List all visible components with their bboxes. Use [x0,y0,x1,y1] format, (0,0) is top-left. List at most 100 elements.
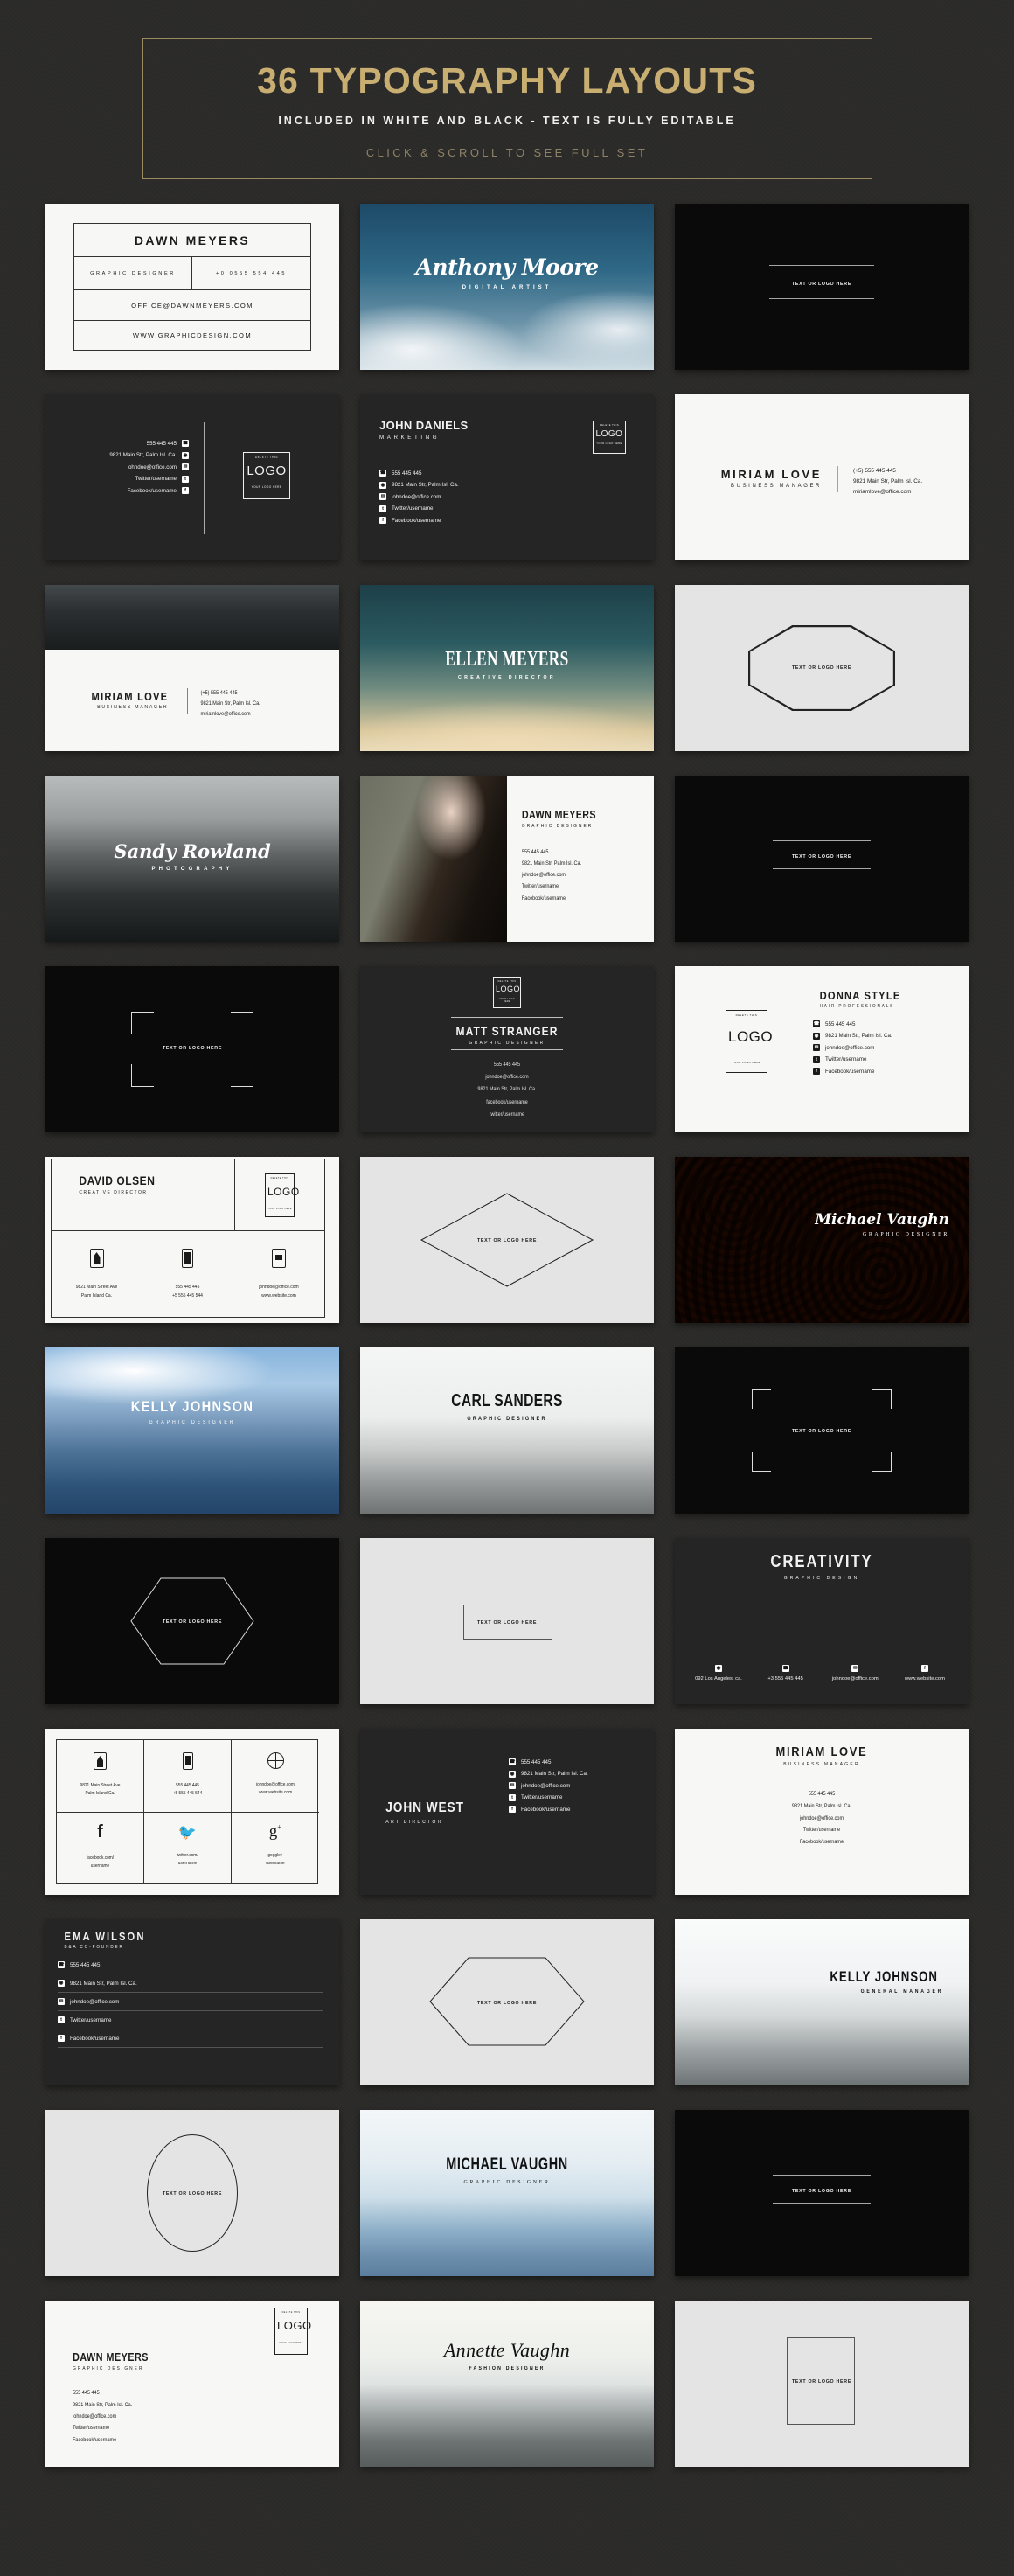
header-cta[interactable]: CLICK & SCROLL TO SEE FULL SET [152,146,863,159]
logo-delete-label: DELETE THIS [270,1176,289,1180]
card-33-black-rules-placeholder[interactable]: TEXT OR LOGO HERE [675,2110,969,2277]
card-18-role: GRAPHIC DESIGNER [862,1232,949,1238]
card-16-address-1: 9821 Main Street Ave [75,1285,118,1291]
card-7-email: miriamlove@office.com [200,710,251,717]
card-20-carl-sanders-grey[interactable]: CARL SANDERS GRAPHIC DESIGNER [360,1347,654,1514]
card-27-role: BUSINESS MANAGER [783,1762,860,1768]
facebook-icon: f [58,2035,65,2043]
bracket-bottom-left-icon [752,1452,771,1472]
card-1-website: WWW.GRAPHICDESIGN.COM [132,331,253,340]
card-16-address-2: Palm Island Ca. [80,1292,113,1298]
envelope-icon: ✉ [851,1665,859,1673]
logo-delete-label: DELETE THIS [255,456,278,460]
matrix-phone-2: +5 555 445 544 [172,1791,203,1797]
card-14-matt-stranger[interactable]: DELETE THIS LOGO YOUR LOGO HERE MATT STR… [360,966,654,1133]
card-26-john-west[interactable]: JOHN WEST ART DIRECTOR ☎ 555 445 445 ◉ 982… [360,1729,654,1896]
card-21-corner-brackets-wide[interactable]: TEXT OR LOGO HERE [675,1347,969,1514]
card-30-role: GENERAL MANAGER [860,1989,943,1995]
card-32-michael-vaughn-blue[interactable]: MICHAEL VAUGHN GRAPHIC DESIGNER [360,2110,654,2277]
card-10-sandy-rowland-photo[interactable]: Sandy Rowland PHOTOGRAPHY [45,776,339,943]
card-24-creativity[interactable]: CREATIVITY GRAPHIC DESIGN ◉ 092 Los Ange… [675,1538,969,1705]
card-16-david-olsen-grid[interactable]: DAVID OLSEN CREATIVE DIRECTOR DELETE THI… [45,1157,339,1324]
card-28-name: EMA WILSON [64,1930,146,1944]
card-36-vertical-rect-placeholder[interactable]: TEXT OR LOGO HERE [675,2301,969,2468]
card-24-name: CREATIVITY [770,1552,873,1572]
card-27-twitter: Twitter/username [802,1827,841,1834]
facebook-icon: f [182,487,189,495]
contact-row-address: ◉ 9821 Main Str, Palm Isl. Ca. [509,1770,588,1778]
card-19-kelly-johnson-blue[interactable]: KELLY JOHNSON GRAPHIC DESIGNER [45,1347,339,1514]
card-16-phone-1: 555 445 445 [175,1285,200,1291]
card-27-address: 9821 Main Str, Palm Isl. Ca. [791,1802,852,1809]
card-24-role: GRAPHIC DESIGN [783,1576,860,1582]
card-9-octagon-placeholder[interactable]: TEXT OR LOGO HERE [675,585,969,752]
card-26-role: ART DIRECTOR [385,1820,443,1826]
card-8-role: CREATIVE DIRECTOR [457,675,557,681]
contact-row-twitter: t Twitter/username [509,1793,588,1801]
card-11-email: johndoe@office.com [521,872,566,879]
facebook-icon: f [920,1665,928,1673]
card-25-icon-matrix[interactable]: 9821 Main Street Ave Palm Island Ca. 555… [45,1729,339,1896]
phone-icon: ☎ [781,1665,789,1673]
logo-delete-label: DELETE THIS [735,1013,758,1018]
card-34-dawn-meyers-logo[interactable]: DELETE THIS LOGO YOUR LOGO HERE DAWN MEY… [45,2301,339,2468]
card-18-name: Michael Vaughn [815,1211,949,1229]
card-3-black-rules-placeholder[interactable]: TEXT OR LOGO HERE [675,204,969,371]
card-8-ellen-meyers-dusk[interactable]: ELLEN MEYERS CREATIVE DIRECTOR [360,585,654,752]
card-15-donna-style[interactable]: DELETE THIS LOGO YOUR LOGO HERE DONNA ST… [675,966,969,1133]
matrix-twitter-user: username [177,1861,198,1867]
card-22-black-hexagon-placeholder[interactable]: TEXT OR LOGO HERE [45,1538,339,1705]
matrix-google-url: goggle+ [267,1853,283,1859]
white-mountain-photo [675,1919,969,2086]
phone-icon: ☎ [813,1020,820,1028]
matrix-google-user: username [266,1861,285,1867]
card-30-kelly-johnson-white[interactable]: KELLY JOHNSON GENERAL MANAGER [675,1919,969,2086]
twitter-icon: t [182,475,189,483]
card-2-anthony-moore-sky[interactable]: Anthony Moore DIGITAL ARTIST [360,204,654,371]
card-17-diamond-placeholder[interactable]: TEXT OR LOGO HERE [360,1157,654,1324]
card-5-john-daniels[interactable]: JOHN DANIELS MARKETING DELETE THIS LOGO … [360,394,654,561]
card-34-email: johndoe@office.com [73,2412,117,2419]
card-27-name: MIRIAM LOVE [775,1744,868,1760]
card-23-rect-placeholder[interactable]: TEXT OR LOGO HERE [360,1538,654,1705]
matrix-facebook-url: facebook.com/ [86,1855,115,1862]
card-13-corner-brackets[interactable]: TEXT OR LOGO HERE [45,966,339,1133]
card-12-black-rules-placeholder[interactable]: TEXT OR LOGO HERE [675,776,969,943]
card-27-miriam-love-centered[interactable]: MIRIAM LOVE BUSINESS MANAGER 555 445 445… [675,1729,969,1896]
card-12-placeholder-text: TEXT OR LOGO HERE [791,854,852,860]
facebook-icon: f [97,1822,103,1842]
card-36-placeholder-text: TEXT OR LOGO HERE [791,2379,852,2385]
contact-row-phone: ☎ 555 445 445 [58,1956,323,1975]
card-18-michael-vaughn-coffee[interactable]: Michael Vaughn GRAPHIC DESIGNER [675,1157,969,1324]
card-35-role: FASHION DESIGNER [469,2366,545,2372]
card-1-role: GRAPHIC DESIGNER [90,271,176,277]
logo-label: LOGO [247,463,287,479]
contact-row-twitter: t Twitter/username [379,505,459,512]
card-11-role: GRAPHIC DESIGNER [521,824,594,830]
card-1-email: OFFICE@DAWNMEYERS.COM [131,302,254,310]
card-31-ellipse-placeholder[interactable]: TEXT OR LOGO HERE [45,2110,339,2277]
card-14-role: GRAPHIC DESIGNER [469,1041,545,1047]
card-29-hexagon-wide-placeholder[interactable]: TEXT OR LOGO HERE [360,1919,654,2086]
phone-icon: ☎ [509,1758,516,1766]
card-28-ema-wilson[interactable]: EMA WILSON B&A CO-FOUNDER ☎ 555 445 445 ◉… [45,1919,339,2086]
card-34-role: GRAPHIC DESIGNER [73,2366,144,2372]
card-6-role: BUSINESS MANAGER [731,484,822,490]
card-1-phone: +0 0555 554 445 [215,271,288,277]
card-11-dawn-meyers-portrait[interactable]: DAWN MEYERS GRAPHIC DESIGNER 555 445 445… [360,776,654,943]
card-6-miriam-love-split[interactable]: MIRIAM LOVE BUSINESS MANAGER (+5) 555 44… [675,394,969,561]
card-8-name: ELLEN MEYERS [445,648,569,672]
logo-delete-label: DELETE THIS [497,980,517,984]
card-16-phone-2: +5 555 445 544 [172,1292,203,1298]
matrix-address-1: 9821 Main Street Ave [80,1783,121,1789]
contact-row-twitter: Twitter/username t [66,475,189,483]
card-6-name: MIRIAM LOVE [720,468,822,482]
card-1-dawn-meyers-boxed[interactable]: DAWN MEYERS GRAPHIC DESIGNER +0 0555 554… [45,204,339,371]
card-35-annette-vaughn-rock[interactable]: Annette Vaughn FASHION DESIGNER [360,2301,654,2468]
header-banner: 36 TYPOGRAPHY LAYOUTS INCLUDED IN WHITE … [142,38,872,180]
card-7-miriam-love-photo-top[interactable]: MIRIAM LOVE BUSINESS MANAGER (+5) 555 44… [45,585,339,752]
twitter-icon: t [509,1793,516,1801]
octagon-outline: TEXT OR LOGO HERE [748,625,895,712]
card-4-dark-contacts-logo[interactable]: 555 445 445 ☎ 9821 Main Str, Palm Isl. Ca… [45,394,339,561]
contact-row-address: 9821 Main Str, Palm Isl. Ca. ◉ [109,451,189,459]
